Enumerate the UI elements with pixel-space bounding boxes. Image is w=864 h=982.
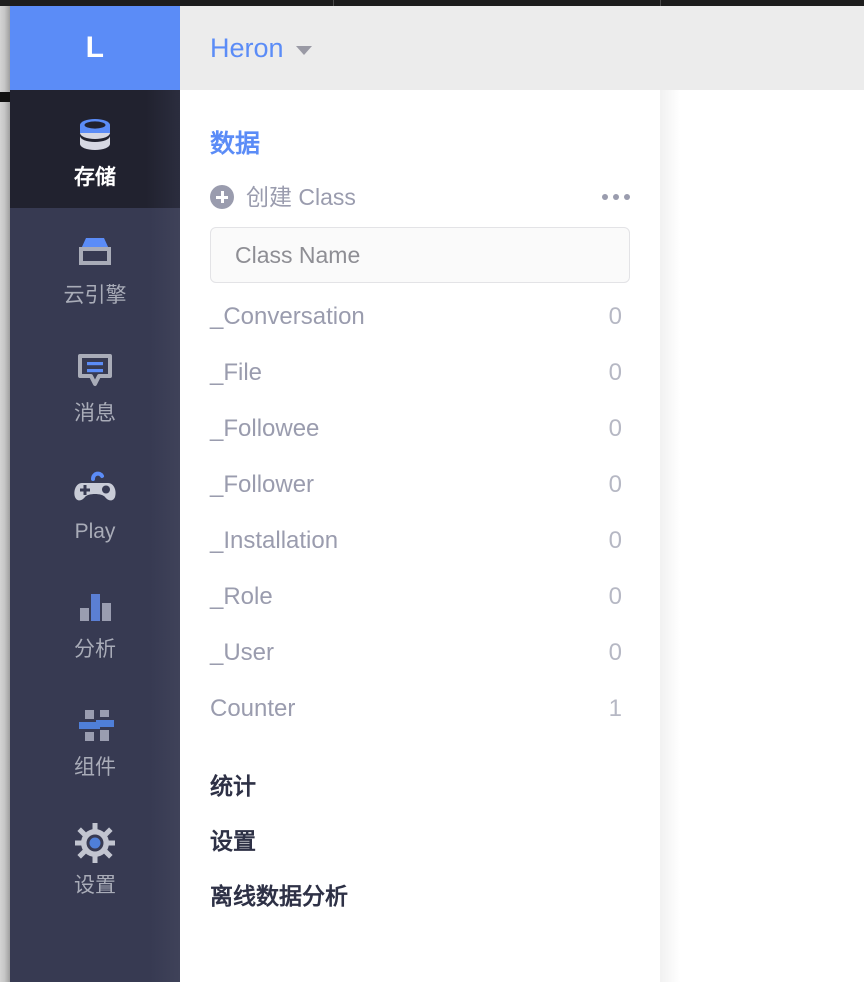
class-count: 0: [608, 471, 622, 498]
class-count: 1: [608, 695, 622, 722]
class-list-item[interactable]: Counter 1: [210, 681, 630, 737]
gutter-notch: [0, 92, 10, 102]
gamepad-icon: [67, 465, 123, 513]
create-class-label[interactable]: 创建 Class: [246, 185, 356, 209]
class-name: Counter: [210, 695, 296, 722]
sidebar-item-label: 消息: [74, 401, 116, 425]
class-list: _Conversation 0 _File 0 _Followee 0 _Fol…: [210, 289, 630, 737]
class-list-item[interactable]: _User 0: [210, 625, 630, 681]
class-list-item[interactable]: _Follower 0: [210, 457, 630, 513]
sidebar-item-label: 云引擎: [63, 283, 127, 307]
main-content-area: [680, 90, 864, 982]
class-count: 0: [608, 303, 622, 330]
chat-bubble-icon: [67, 347, 123, 395]
server-box-icon: [67, 229, 123, 277]
class-list-item[interactable]: _Role 0: [210, 569, 630, 625]
ellipsis-dot: [624, 194, 630, 200]
ellipsis-dot: [613, 194, 619, 200]
sidebar-item-storage[interactable]: 存储: [10, 90, 180, 208]
plus-circle-icon[interactable]: [210, 185, 234, 209]
sidebar-item-settings[interactable]: 设置: [10, 798, 180, 916]
app-root: L Heron 存储 云引擎 消息 Play 分析 组件 设置 数据 创建 Cl…: [0, 0, 864, 982]
class-count: 0: [608, 583, 622, 610]
class-count: 0: [608, 527, 622, 554]
ellipsis-icon[interactable]: [602, 188, 630, 206]
chevron-down-icon: [295, 45, 312, 55]
class-name-input[interactable]: [210, 227, 630, 283]
gear-icon: [67, 819, 123, 867]
class-list-item[interactable]: _Installation 0: [210, 513, 630, 569]
class-count: 0: [608, 359, 622, 386]
app-switcher-dropdown[interactable]: Heron: [210, 32, 312, 63]
logo-letter: L: [85, 31, 105, 64]
sidebar-item-label: 存储: [74, 165, 116, 189]
sidebar-item-label: Play: [74, 519, 116, 543]
panel-divider-shadow: [660, 90, 680, 982]
class-list-item[interactable]: _Conversation 0: [210, 289, 630, 345]
class-name: _Role: [210, 583, 273, 610]
sidebar-item-label: 组件: [74, 755, 116, 779]
sidebar-item-label: 分析: [74, 637, 116, 661]
bar-chart-icon: [67, 583, 123, 631]
section-link-stats[interactable]: 统计: [210, 759, 630, 814]
sidebar-item-analytics[interactable]: 分析: [10, 562, 180, 680]
class-name: _Follower: [210, 471, 315, 498]
main-sidebar: 存储 云引擎 消息 Play 分析 组件 设置: [10, 90, 180, 982]
sidebar-item-messaging[interactable]: 消息: [10, 326, 180, 444]
panel-title: 数据: [210, 130, 261, 158]
class-name: _Followee: [210, 415, 320, 442]
app-logo[interactable]: L: [10, 6, 180, 90]
sidebar-item-label: 设置: [74, 873, 116, 897]
section-link-offline-analysis[interactable]: 离线数据分析: [210, 869, 630, 924]
sidebar-item-play[interactable]: Play: [10, 444, 180, 562]
class-name: _File: [210, 359, 263, 386]
sidebar-item-components[interactable]: 组件: [10, 680, 180, 798]
class-name: _User: [210, 639, 275, 666]
class-name: _Installation: [210, 527, 339, 554]
class-list-item[interactable]: _Followee 0: [210, 401, 630, 457]
class-list-item[interactable]: _File 0: [210, 345, 630, 401]
ellipsis-dot: [602, 194, 608, 200]
sliders-icon: [67, 701, 123, 749]
class-count: 0: [608, 415, 622, 442]
create-class-row: 创建 Class: [210, 183, 630, 211]
class-name: _Conversation: [210, 303, 365, 330]
window-left-gutter: [0, 6, 10, 982]
sidebar-item-cloud-engine[interactable]: 云引擎: [10, 208, 180, 326]
panel-section-links: 统计 设置 离线数据分析: [210, 759, 630, 924]
app-name-label: Heron: [210, 32, 284, 63]
database-icon: [67, 111, 123, 159]
class-count: 0: [608, 639, 622, 666]
section-link-settings[interactable]: 设置: [210, 814, 630, 869]
top-header-bar: Heron: [180, 6, 864, 90]
class-panel: 数据 创建 Class _Conversation 0 _File 0 _Fol…: [180, 90, 660, 982]
